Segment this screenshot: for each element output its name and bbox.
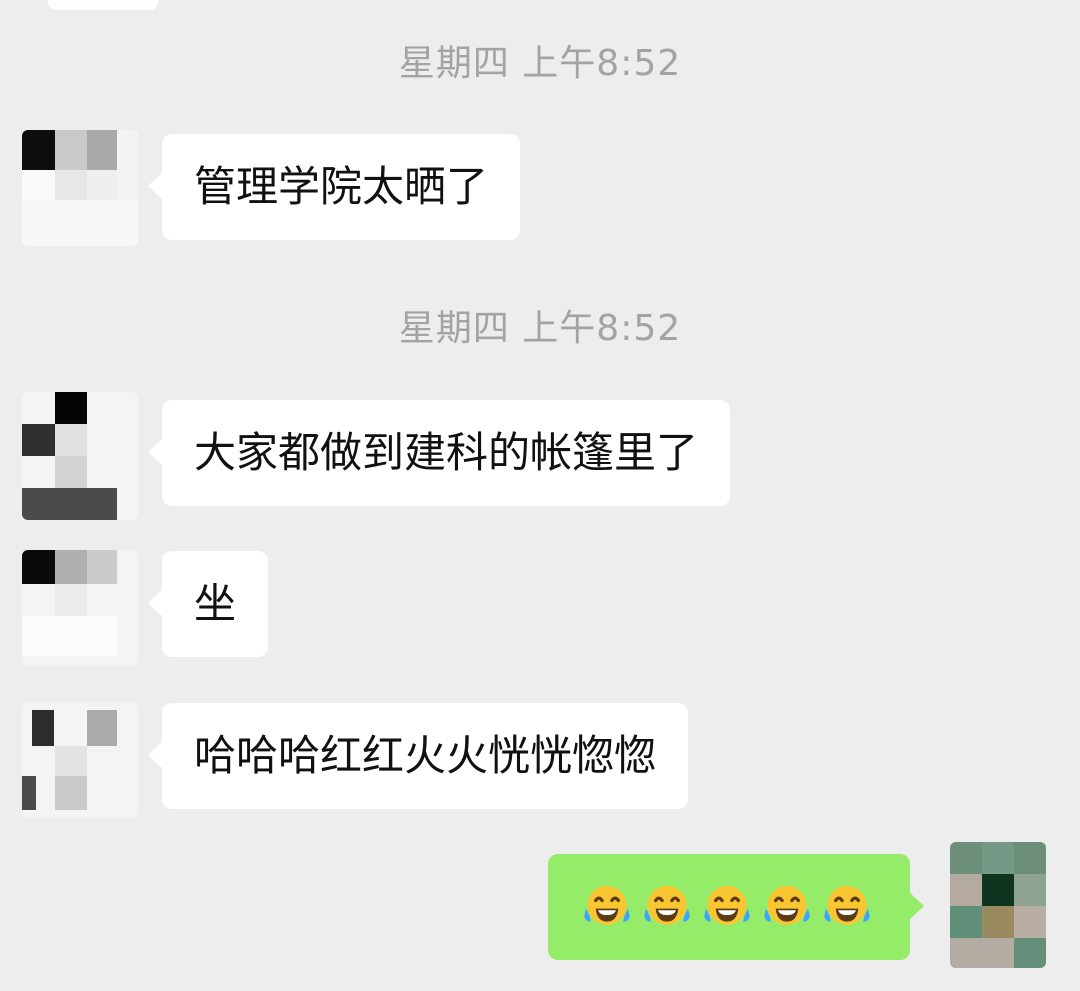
avatar[interactable] bbox=[22, 702, 138, 818]
tears-of-joy-emoji bbox=[644, 885, 690, 925]
message-bubble[interactable]: 坐 bbox=[147, 551, 269, 657]
tears-of-joy-emoji bbox=[764, 885, 810, 925]
avatar[interactable] bbox=[22, 392, 138, 520]
timestamp: 星期四 上午8:52 bbox=[398, 308, 682, 349]
avatar[interactable] bbox=[22, 550, 138, 666]
timestamp: 星期四 上午8:52 bbox=[398, 43, 682, 84]
tears-of-joy-emoji bbox=[584, 885, 630, 925]
tears-of-joy-emoji bbox=[704, 885, 750, 925]
emoji-sequence bbox=[581, 881, 873, 933]
message-bubble[interactable]: 管理学院太晒了 bbox=[147, 134, 521, 240]
previous-message-fragment bbox=[48, 0, 158, 10]
avatar[interactable] bbox=[22, 130, 138, 246]
my-avatar[interactable] bbox=[950, 842, 1046, 968]
my-message-bubble[interactable] bbox=[548, 854, 924, 960]
message-bubble[interactable]: 大家都做到建科的帐篷里了 bbox=[147, 400, 731, 506]
message-bubble[interactable]: 哈哈哈红红火火恍恍惚惚 bbox=[147, 703, 689, 809]
tears-of-joy-emoji bbox=[824, 885, 870, 925]
